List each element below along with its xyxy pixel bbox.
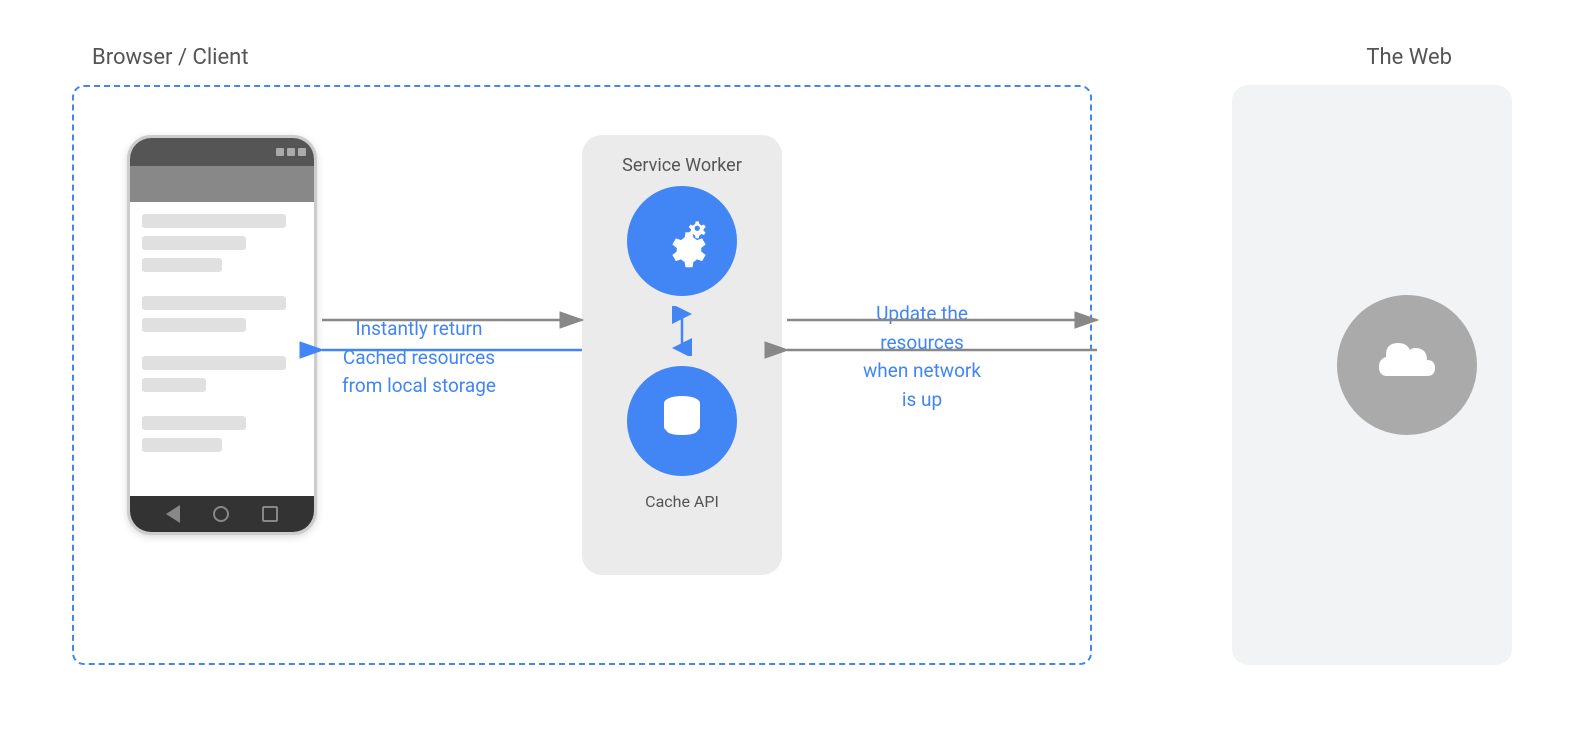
- phone-mockup: [127, 135, 317, 535]
- phone-nav-back: [166, 505, 180, 523]
- cloud-icon: [1372, 338, 1442, 393]
- vertical-connector-arrow: [670, 306, 694, 356]
- phone-content-block: [142, 416, 246, 430]
- phone-content-block: [142, 356, 286, 370]
- database-icon: [652, 391, 712, 451]
- web-label: The Web: [1366, 45, 1452, 70]
- cache-api-label: Cache API: [645, 492, 719, 511]
- phone-content-block: [142, 438, 222, 452]
- phone-content: [130, 202, 314, 496]
- vertical-arrow-svg: [670, 306, 694, 356]
- gear-icon: [647, 206, 717, 276]
- phone-content-block: [142, 214, 286, 228]
- service-worker-box: Service Worker: [582, 135, 782, 575]
- instantly-return-label: Instantly return Cached resources from l…: [342, 315, 496, 401]
- phone-top-bar: [130, 166, 314, 202]
- phone-nav-recent: [262, 506, 278, 522]
- service-worker-gear-circle: [627, 186, 737, 296]
- browser-client-label: Browser / Client: [92, 45, 249, 70]
- phone-content-block: [142, 236, 246, 250]
- phone-bottom-bar: [130, 496, 314, 532]
- diagram-container: Browser / Client The Web: [42, 25, 1542, 705]
- service-worker-label: Service Worker: [622, 155, 742, 176]
- phone-content-block: [142, 318, 246, 332]
- update-the-label: Update the resources when network is up: [822, 300, 1022, 414]
- cloud-circle: [1337, 295, 1477, 435]
- cache-api-circle: [627, 366, 737, 476]
- phone-nav-home: [213, 506, 229, 522]
- phone-content-block: [142, 378, 206, 392]
- phone-content-block: [142, 258, 222, 272]
- phone-content-block: [142, 296, 286, 310]
- phone-status-icons: [276, 148, 306, 156]
- phone-status-bar: [130, 138, 314, 166]
